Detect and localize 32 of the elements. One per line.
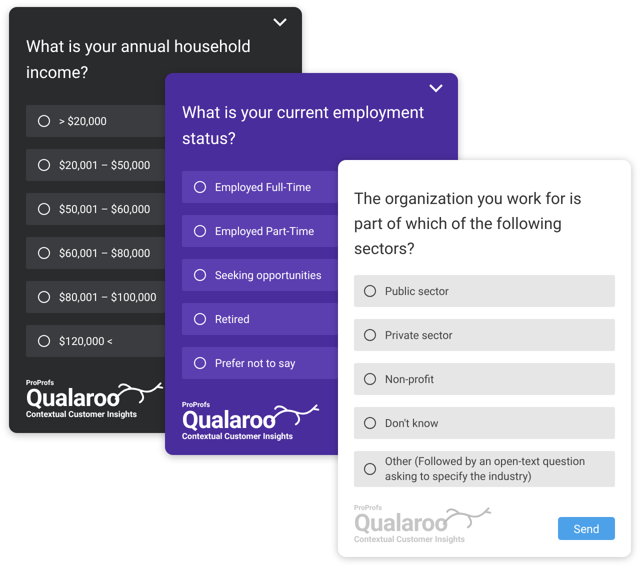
answer-option[interactable]: $60,001 – $80,000	[26, 237, 165, 269]
answer-option[interactable]: $50,001 – $60,000	[26, 193, 165, 225]
answer-option[interactable]: Prefer not to say	[182, 347, 338, 379]
logo-name: Qualaroo	[26, 387, 120, 409]
logo-name: Qualaroo	[354, 512, 448, 534]
answer-option[interactable]: > $20,000	[26, 105, 165, 137]
logo-name: Qualaroo	[182, 409, 276, 431]
answer-option[interactable]: Employed Part-Time	[182, 215, 338, 247]
question-text: What is your current employment status?	[182, 103, 426, 151]
question-text: What is your annual household income?	[26, 37, 252, 85]
logo-tagline: Contextual Customer Insights	[354, 534, 466, 546]
question-text: The organization you work for is part of which of the following sectors?	[354, 188, 583, 260]
answer-option[interactable]: Don't know	[354, 407, 615, 439]
radio-button[interactable]	[364, 373, 376, 385]
radio-button[interactable]	[364, 329, 376, 341]
answer-option[interactable]: Seeking opportunities	[182, 259, 338, 291]
answer-option[interactable]: $20,001 – $50,000	[26, 149, 165, 181]
logo-tagline: Contextual Customer Insights	[182, 431, 294, 443]
answer-option[interactable]: Public sector	[354, 275, 615, 307]
chevron-icon[interactable]	[428, 83, 444, 93]
radio-button[interactable]	[364, 285, 376, 297]
radio-button[interactable]	[364, 463, 376, 475]
answer-option[interactable]: $120,000 <	[26, 325, 165, 357]
answer-option[interactable]: Employed Full-Time	[182, 171, 338, 203]
chevron-icon[interactable]	[272, 17, 288, 27]
logo-tagline: Contextual Customer Insights	[26, 409, 138, 421]
answer-option[interactable]: Other (Followed by an open-text question asking to specify the industry)	[354, 451, 615, 487]
radio-button[interactable]	[364, 417, 376, 429]
answer-option[interactable]: Non-profit	[354, 363, 615, 395]
answer-option[interactable]: Private sector	[354, 319, 615, 351]
answer-option[interactable]: $80,001 – $100,000	[26, 281, 165, 313]
answer-option[interactable]: Retired	[182, 303, 338, 335]
